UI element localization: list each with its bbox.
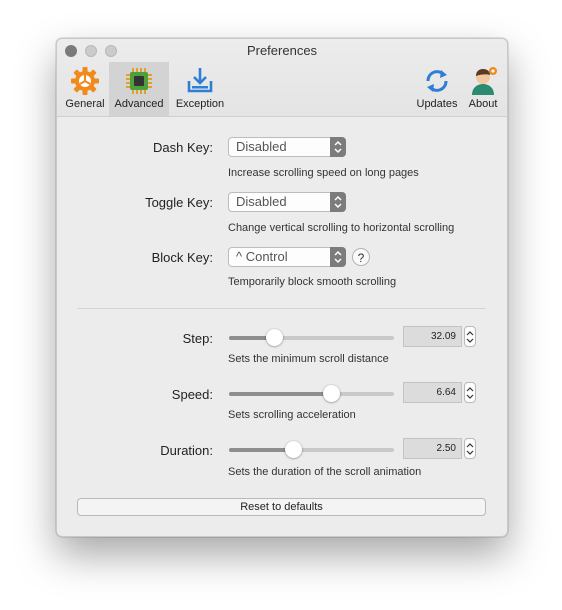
- tab-advanced[interactable]: Advanced: [109, 62, 169, 116]
- speed-stepper[interactable]: [464, 382, 476, 403]
- speed-label: Speed:: [171, 387, 213, 402]
- speed-slider-knob[interactable]: [323, 385, 341, 402]
- toggle-key-description: Change vertical scrolling to horizontal …: [228, 222, 455, 234]
- window-title: Preferences: [246, 43, 318, 58]
- tab-exception-label: Exception: [175, 98, 225, 110]
- download-tray-icon: [187, 68, 213, 93]
- section-divider: [77, 308, 486, 309]
- tab-updates-label: Updates: [416, 98, 458, 110]
- step-slider-knob[interactable]: [265, 329, 283, 346]
- dash-key-description: Increase scrolling speed on long pages: [228, 167, 419, 179]
- chip-icon: [126, 68, 152, 94]
- toggle-key-popup[interactable]: Disabled: [228, 192, 346, 212]
- block-key-description: Temporarily block smooth scrolling: [228, 276, 397, 288]
- tab-exception[interactable]: Exception: [170, 62, 230, 116]
- toggle-key-value: Disabled: [236, 194, 287, 209]
- step-description: Sets the minimum scroll distance: [228, 353, 389, 365]
- tab-general-label: General: [65, 98, 105, 110]
- duration-label: Duration:: [160, 443, 213, 458]
- dash-key-popup[interactable]: Disabled: [228, 137, 346, 157]
- duration-slider[interactable]: [229, 441, 394, 458]
- tab-about-label: About: [468, 98, 498, 110]
- block-key-popup[interactable]: ^ Control: [228, 247, 346, 267]
- toolbar: Preferences General Advanced Exception U…: [57, 39, 507, 117]
- step-stepper[interactable]: [464, 326, 476, 347]
- duration-slider-fill: [229, 448, 294, 452]
- preferences-window: Preferences General Advanced Exception U…: [56, 38, 508, 537]
- step-label: Step:: [182, 331, 213, 346]
- chevron-updown-icon: [330, 247, 346, 267]
- sync-icon: [426, 70, 448, 92]
- speed-slider[interactable]: [229, 385, 394, 402]
- duration-value-field[interactable]: 2.50: [403, 438, 462, 459]
- chevron-updown-icon: [466, 331, 474, 343]
- duration-stepper[interactable]: [464, 438, 476, 459]
- dash-key-label: Dash Key:: [153, 140, 213, 155]
- duration-description: Sets the duration of the scroll animatio…: [228, 466, 422, 478]
- toggle-key-label: Toggle Key:: [145, 195, 213, 210]
- step-value-field[interactable]: 32.09: [403, 326, 462, 347]
- speed-slider-fill: [229, 392, 332, 396]
- tab-advanced-label: Advanced: [114, 98, 164, 110]
- speed-description: Sets scrolling acceleration: [228, 409, 356, 421]
- chevron-updown-icon: [466, 443, 474, 455]
- dash-key-value: Disabled: [236, 139, 287, 154]
- tab-about[interactable]: About: [462, 62, 504, 116]
- chevron-updown-icon: [330, 192, 346, 212]
- tab-updates[interactable]: Updates: [413, 62, 461, 116]
- duration-slider-knob[interactable]: [285, 441, 303, 458]
- tab-general[interactable]: General: [62, 62, 108, 116]
- user-avatar-icon: [472, 67, 497, 95]
- chevron-updown-icon: [466, 387, 474, 399]
- chevron-updown-icon: [330, 137, 346, 157]
- speed-value-field[interactable]: 6.64: [403, 382, 462, 403]
- help-button[interactable]: ?: [352, 248, 370, 266]
- gear-icon: [71, 67, 99, 95]
- block-key-label: Block Key:: [151, 250, 213, 265]
- step-slider[interactable]: [229, 329, 394, 346]
- block-key-value: ^ Control: [236, 249, 288, 264]
- reset-defaults-button[interactable]: Reset to defaults: [77, 498, 486, 516]
